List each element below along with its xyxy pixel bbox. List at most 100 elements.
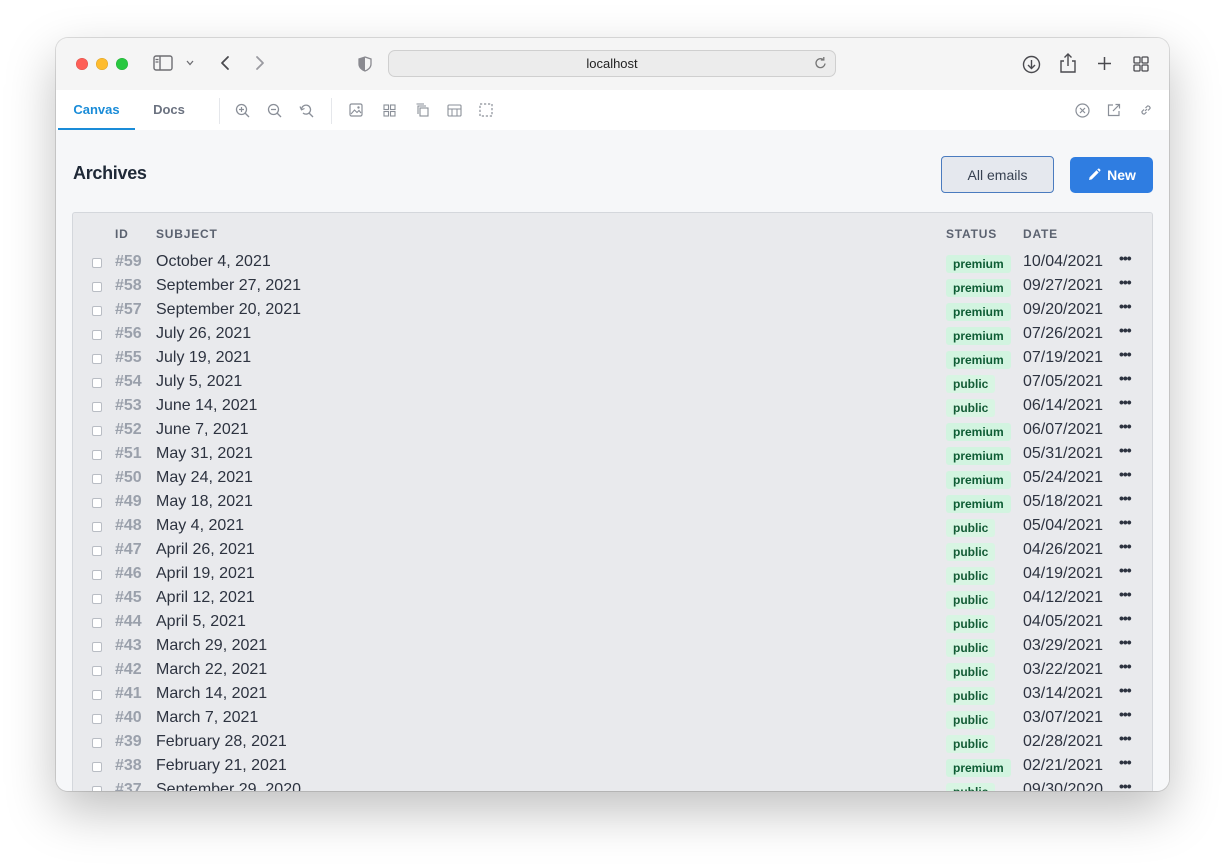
- row-more-actions-icon[interactable]: •••: [1119, 418, 1132, 434]
- row-more-actions-icon[interactable]: •••: [1119, 274, 1132, 290]
- table-row[interactable]: #45 April 12, 2021 public 04/12/2021 •••: [73, 586, 1152, 610]
- row-checkbox[interactable]: [92, 354, 102, 364]
- row-more-actions-icon[interactable]: •••: [1119, 610, 1132, 626]
- layers-icon[interactable]: [414, 102, 430, 118]
- column-header-subject[interactable]: SUBJECT: [156, 227, 218, 241]
- responsive-layout-icon[interactable]: [446, 102, 462, 118]
- select-area-icon[interactable]: [478, 102, 494, 118]
- row-checkbox[interactable]: [92, 762, 102, 772]
- row-subject[interactable]: February 28, 2021: [156, 733, 287, 751]
- row-subject[interactable]: May 31, 2021: [156, 445, 253, 463]
- image-icon[interactable]: [348, 102, 364, 118]
- row-more-actions-icon[interactable]: •••: [1119, 538, 1132, 554]
- row-more-actions-icon[interactable]: •••: [1119, 562, 1132, 578]
- zoom-in-icon[interactable]: [234, 102, 250, 118]
- row-checkbox[interactable]: [92, 738, 102, 748]
- row-subject[interactable]: June 14, 2021: [156, 397, 257, 415]
- table-row[interactable]: #46 April 19, 2021 public 04/19/2021 •••: [73, 562, 1152, 586]
- new-button[interactable]: New: [1070, 157, 1153, 193]
- row-subject[interactable]: July 5, 2021: [156, 373, 242, 391]
- new-tab-plus-icon[interactable]: [1096, 55, 1112, 71]
- row-more-actions-icon[interactable]: •••: [1119, 370, 1132, 386]
- column-header-date[interactable]: DATE: [1023, 227, 1058, 241]
- table-row[interactable]: #53 June 14, 2021 public 06/14/2021 •••: [73, 394, 1152, 418]
- row-more-actions-icon[interactable]: •••: [1119, 778, 1132, 791]
- table-row[interactable]: #44 April 5, 2021 public 04/05/2021 •••: [73, 610, 1152, 634]
- row-subject[interactable]: April 19, 2021: [156, 565, 255, 583]
- close-circle-icon[interactable]: [1074, 102, 1090, 118]
- row-more-actions-icon[interactable]: •••: [1119, 514, 1132, 530]
- table-row[interactable]: #55 July 19, 2021 premium 07/19/2021 •••: [73, 346, 1152, 370]
- row-checkbox[interactable]: [92, 594, 102, 604]
- table-row[interactable]: #42 March 22, 2021 public 03/22/2021 •••: [73, 658, 1152, 682]
- column-header-status[interactable]: STATUS: [946, 227, 997, 241]
- row-checkbox[interactable]: [92, 258, 102, 268]
- table-row[interactable]: #58 September 27, 2021 premium 09/27/2021 ••…: [73, 274, 1152, 298]
- row-subject[interactable]: March 22, 2021: [156, 661, 267, 679]
- forward-arrow-icon[interactable]: [253, 54, 267, 72]
- table-row[interactable]: #39 February 28, 2021 public 02/28/2021 •••: [73, 730, 1152, 754]
- row-more-actions-icon[interactable]: •••: [1119, 730, 1132, 746]
- row-checkbox[interactable]: [92, 306, 102, 316]
- row-checkbox[interactable]: [92, 522, 102, 532]
- table-row[interactable]: #40 March 7, 2021 public 03/07/2021 •••: [73, 706, 1152, 730]
- row-more-actions-icon[interactable]: •••: [1119, 754, 1132, 770]
- row-more-actions-icon[interactable]: •••: [1119, 490, 1132, 506]
- table-row[interactable]: #49 May 18, 2021 premium 05/18/2021 •••: [73, 490, 1152, 514]
- sidebar-toggle-icon[interactable]: [152, 54, 174, 72]
- table-row[interactable]: #57 September 20, 2021 premium 09/20/2021 ••…: [73, 298, 1152, 322]
- link-icon[interactable]: [1138, 102, 1154, 118]
- row-checkbox[interactable]: [92, 666, 102, 676]
- row-more-actions-icon[interactable]: •••: [1119, 442, 1132, 458]
- share-icon[interactable]: [1059, 52, 1077, 74]
- column-header-id[interactable]: ID: [115, 227, 129, 241]
- table-row[interactable]: #48 May 4, 2021 public 05/04/2021 •••: [73, 514, 1152, 538]
- row-subject[interactable]: September 20, 2021: [156, 301, 301, 319]
- address-bar[interactable]: localhost: [388, 50, 836, 77]
- zoom-window-button[interactable]: [116, 58, 128, 70]
- row-more-actions-icon[interactable]: •••: [1119, 658, 1132, 674]
- row-subject[interactable]: May 4, 2021: [156, 517, 244, 535]
- row-more-actions-icon[interactable]: •••: [1119, 706, 1132, 722]
- row-checkbox[interactable]: [92, 330, 102, 340]
- reload-icon[interactable]: [814, 56, 827, 73]
- row-more-actions-icon[interactable]: •••: [1119, 250, 1132, 266]
- tab-docs[interactable]: Docs: [142, 90, 196, 130]
- row-checkbox[interactable]: [92, 618, 102, 628]
- chevron-down-icon[interactable]: [185, 58, 195, 68]
- zoom-out-icon[interactable]: [266, 102, 282, 118]
- row-more-actions-icon[interactable]: •••: [1119, 298, 1132, 314]
- row-subject[interactable]: May 24, 2021: [156, 469, 253, 487]
- row-checkbox[interactable]: [92, 402, 102, 412]
- reset-zoom-icon[interactable]: [298, 102, 314, 118]
- grid-icon[interactable]: [381, 102, 397, 118]
- table-row[interactable]: #50 May 24, 2021 premium 05/24/2021 •••: [73, 466, 1152, 490]
- row-checkbox[interactable]: [92, 546, 102, 556]
- row-checkbox[interactable]: [92, 690, 102, 700]
- row-more-actions-icon[interactable]: •••: [1119, 466, 1132, 482]
- row-subject[interactable]: October 4, 2021: [156, 253, 271, 271]
- minimize-window-button[interactable]: [96, 58, 108, 70]
- table-row[interactable]: #52 June 7, 2021 premium 06/07/2021 •••: [73, 418, 1152, 442]
- row-subject[interactable]: February 21, 2021: [156, 757, 287, 775]
- table-row[interactable]: #54 July 5, 2021 public 07/05/2021 •••: [73, 370, 1152, 394]
- open-external-icon[interactable]: [1106, 102, 1122, 118]
- row-checkbox[interactable]: [92, 282, 102, 292]
- table-row[interactable]: #38 February 21, 2021 premium 02/21/2021 •••: [73, 754, 1152, 778]
- row-checkbox[interactable]: [92, 378, 102, 388]
- row-checkbox[interactable]: [92, 786, 102, 791]
- table-row[interactable]: #41 March 14, 2021 public 03/14/2021 •••: [73, 682, 1152, 706]
- row-subject[interactable]: July 19, 2021: [156, 349, 251, 367]
- row-checkbox[interactable]: [92, 450, 102, 460]
- row-subject[interactable]: September 29, 2020: [156, 781, 301, 791]
- row-checkbox[interactable]: [92, 642, 102, 652]
- row-subject[interactable]: April 12, 2021: [156, 589, 255, 607]
- row-subject[interactable]: March 14, 2021: [156, 685, 267, 703]
- row-subject[interactable]: April 5, 2021: [156, 613, 246, 631]
- tab-overview-icon[interactable]: [1132, 55, 1150, 73]
- row-more-actions-icon[interactable]: •••: [1119, 682, 1132, 698]
- table-row[interactable]: #37 September 29, 2020 public 09/30/2020 •••: [73, 778, 1152, 791]
- row-checkbox[interactable]: [92, 474, 102, 484]
- row-subject[interactable]: May 18, 2021: [156, 493, 253, 511]
- table-row[interactable]: #56 July 26, 2021 premium 07/26/2021 •••: [73, 322, 1152, 346]
